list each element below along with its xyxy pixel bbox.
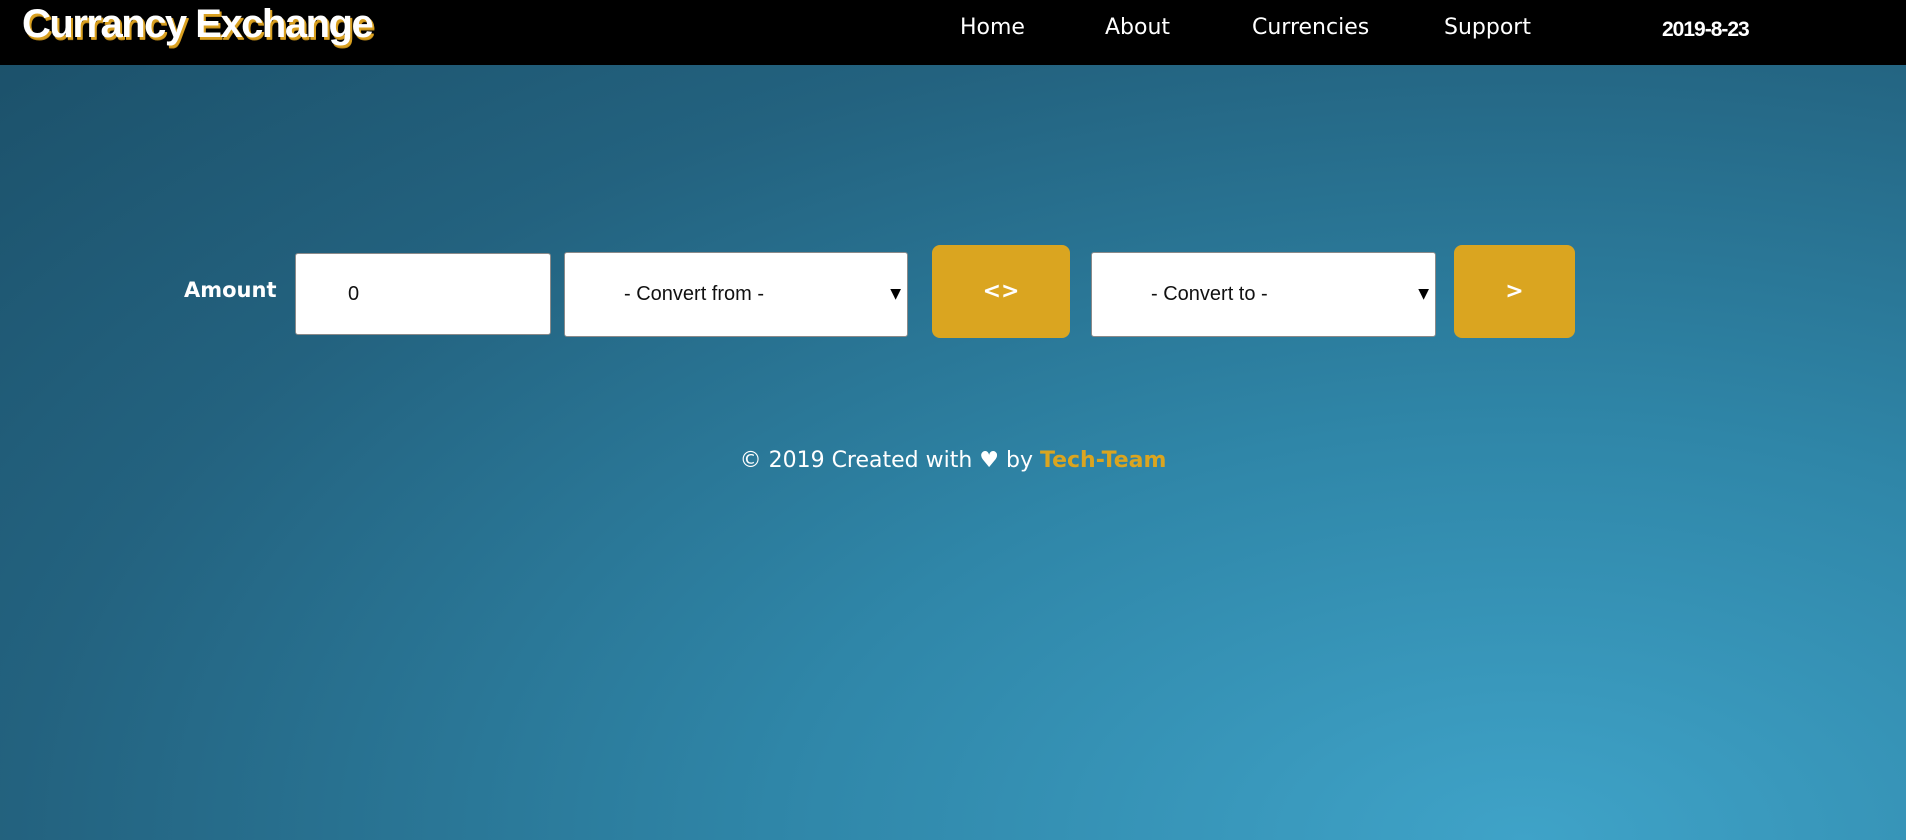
convert-from-value: - Convert from - <box>624 283 765 305</box>
amount-label: Amount <box>184 278 277 302</box>
convert-to-select[interactable]: - Convert to - ▼ <box>1091 252 1436 337</box>
convert-to-value: - Convert to - <box>1151 283 1268 305</box>
footer: © 2019 Created with ♥ by Tech-Team <box>0 448 1906 473</box>
convert-button[interactable]: > <box>1454 245 1575 338</box>
nav-link-support[interactable]: Support <box>1444 15 1531 40</box>
chevron-down-icon: ▼ <box>890 286 901 302</box>
nav-link-about[interactable]: About <box>1105 15 1170 40</box>
current-date: 2019-8-23 <box>1662 18 1750 41</box>
top-navbar: Currancy Exchange Home About Currencies … <box>0 0 1906 65</box>
footer-team-link[interactable]: Tech-Team <box>1040 448 1166 473</box>
brand-logo[interactable]: Currancy Exchange <box>22 2 374 47</box>
footer-credit-text: © 2019 Created with ♥ by <box>739 448 1040 473</box>
nav-link-home[interactable]: Home <box>960 15 1025 40</box>
nav-link-currencies[interactable]: Currencies <box>1252 15 1369 40</box>
swap-currencies-button[interactable]: <> <box>932 245 1070 338</box>
convert-from-select[interactable]: - Convert from - ▼ <box>564 252 908 337</box>
amount-input[interactable]: 0 <box>295 253 551 335</box>
chevron-down-icon: ▼ <box>1418 286 1429 302</box>
